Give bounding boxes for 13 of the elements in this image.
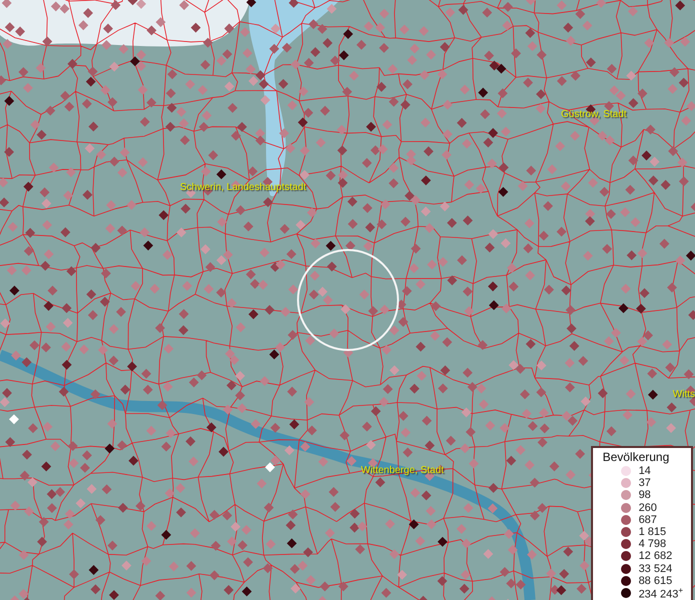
legend-label: 37 <box>638 477 651 490</box>
legend-label: 33 524 <box>638 562 672 575</box>
legend-label: 260 <box>638 502 657 514</box>
legend-label: 98 <box>638 489 651 502</box>
place-label: Witts <box>672 389 695 400</box>
legend-title: Bevölkerung <box>602 450 670 464</box>
legend-label: 14 <box>638 465 651 478</box>
legend-label: 234 243$^{+}$ <box>638 586 683 600</box>
legend-label: 88 615 <box>638 574 672 587</box>
legend-label: 687 <box>638 514 657 526</box>
legend-label: 4 798 <box>638 538 666 550</box>
legend-label: 12 682 <box>638 550 672 562</box>
legend-label: 1 815 <box>638 526 666 538</box>
